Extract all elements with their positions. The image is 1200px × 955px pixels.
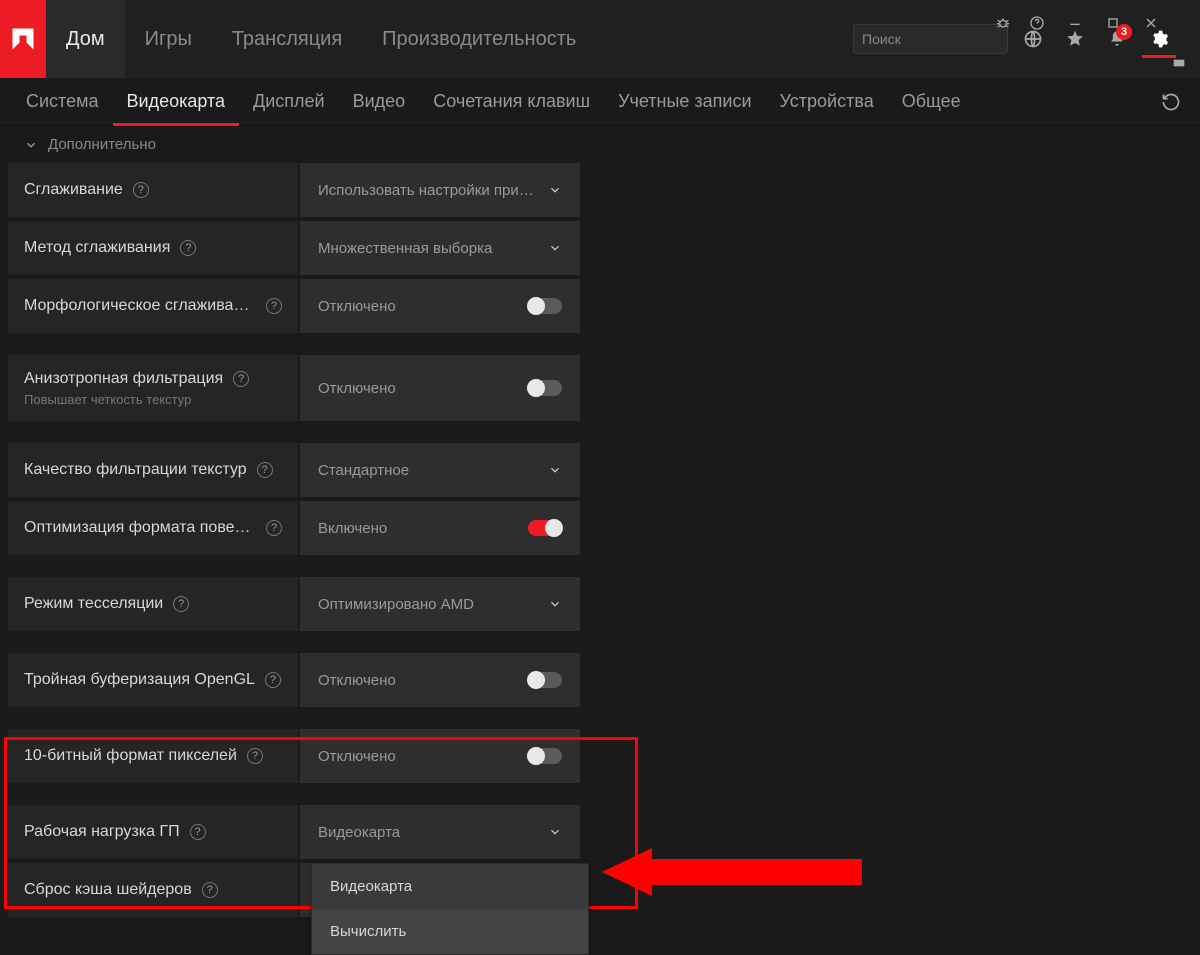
help-icon[interactable] xyxy=(1020,6,1054,40)
setting-aa-method: Метод сглаживания ? Множественная выборк… xyxy=(8,221,580,275)
chevron-down-icon xyxy=(548,825,562,839)
subtab-devices[interactable]: Устройства xyxy=(766,78,888,125)
setting-antialiasing: Сглаживание ? Использовать настройки при… xyxy=(8,163,580,217)
setting-label: Анизотропная фильтрация ? Повышает четко… xyxy=(8,355,298,421)
toggle-switch[interactable] xyxy=(528,748,562,764)
setting-10bit: 10-битный формат пикселей ? Отключено xyxy=(8,729,580,783)
setting-dropdown[interactable]: Оптимизировано AMD xyxy=(300,577,580,631)
section-header-advanced[interactable]: Дополнительно xyxy=(8,132,1192,163)
help-icon[interactable]: ? xyxy=(173,596,189,612)
subtab-general[interactable]: Общее xyxy=(888,78,975,125)
nav-tab-streaming[interactable]: Трансляция xyxy=(212,0,362,78)
main-nav: Дом Игры Трансляция Производительность xyxy=(46,0,596,78)
settings-content: Дополнительно Сглаживание ? Использовать… xyxy=(0,126,1200,925)
help-icon[interactable]: ? xyxy=(180,240,196,256)
close-icon[interactable] xyxy=(1134,6,1168,40)
chevron-down-icon xyxy=(548,597,562,611)
help-icon[interactable]: ? xyxy=(266,520,282,536)
setting-shader-cache: Сброс кэша шейдеров ? Видеокарта Вычисли… xyxy=(8,863,580,917)
toggle-switch[interactable] xyxy=(528,298,562,314)
toggle-switch[interactable] xyxy=(528,672,562,688)
setting-dropdown[interactable]: Множественная выборка xyxy=(300,221,580,275)
chevron-down-icon xyxy=(548,463,562,477)
subtab-hotkeys[interactable]: Сочетания клавиш xyxy=(419,78,604,125)
search-box[interactable] xyxy=(853,24,1008,54)
setting-triple-buffer: Тройная буферизация OpenGL ? Отключено xyxy=(8,653,580,707)
section-title: Дополнительно xyxy=(48,136,156,153)
nav-tab-home[interactable]: Дом xyxy=(46,0,125,78)
subtab-system[interactable]: Система xyxy=(12,78,113,125)
help-icon[interactable]: ? xyxy=(266,298,282,314)
bug-icon[interactable] xyxy=(986,6,1020,40)
setting-dropdown[interactable]: Стандартное xyxy=(300,443,580,497)
reset-icon[interactable] xyxy=(1154,85,1188,119)
setting-dropdown[interactable]: Видеокарта xyxy=(300,805,580,859)
help-icon[interactable]: ? xyxy=(202,882,218,898)
setting-tessellation: Режим тесселяции ? Оптимизировано AMD xyxy=(8,577,580,631)
help-icon[interactable]: ? xyxy=(190,824,206,840)
help-icon[interactable]: ? xyxy=(247,748,263,764)
setting-morph-aa: Морфологическое сглаживание ? Отключено xyxy=(8,279,580,333)
setting-dropdown[interactable]: Использовать настройки при… xyxy=(300,163,580,217)
subtab-graphics[interactable]: Видеокарта xyxy=(113,78,240,125)
setting-label: Сброс кэша шейдеров ? xyxy=(8,863,298,917)
subtab-accounts[interactable]: Учетные записи xyxy=(604,78,765,125)
sub-navigation: Система Видеокарта Дисплей Видео Сочетан… xyxy=(0,78,1200,126)
setting-tex-quality: Качество фильтрации текстур ? Стандартно… xyxy=(8,443,580,497)
maximize-icon[interactable] xyxy=(1096,6,1130,40)
setting-label: Сглаживание ? xyxy=(8,163,298,217)
help-icon[interactable]: ? xyxy=(265,672,281,688)
amd-logo xyxy=(0,0,46,78)
chevron-down-icon xyxy=(548,183,562,197)
setting-label: Оптимизация формата поверхн… ? xyxy=(8,501,298,555)
nav-tab-performance[interactable]: Производительность xyxy=(362,0,596,78)
setting-label: Морфологическое сглаживание ? xyxy=(8,279,298,333)
setting-label: Качество фильтрации текстур ? xyxy=(8,443,298,497)
panel-icon[interactable] xyxy=(1162,46,1196,80)
help-icon[interactable]: ? xyxy=(257,462,273,478)
setting-gpu-workload: Рабочая нагрузка ГП ? Видеокарта xyxy=(8,805,580,859)
setting-label: Рабочая нагрузка ГП ? xyxy=(8,805,298,859)
help-icon[interactable]: ? xyxy=(133,182,149,198)
gpu-workload-dropdown: Видеокарта Вычислить xyxy=(311,863,589,955)
setting-surface-opt: Оптимизация формата поверхн… ? Включено xyxy=(8,501,580,555)
toggle-switch[interactable] xyxy=(528,520,562,536)
titlebar: Дом Игры Трансляция Производительность 3 xyxy=(0,0,1200,78)
setting-anisotropic: Анизотропная фильтрация ? Повышает четко… xyxy=(8,355,580,421)
minimize-icon[interactable] xyxy=(1058,6,1092,40)
setting-label: 10-битный формат пикселей ? xyxy=(8,729,298,783)
toggle-switch[interactable] xyxy=(528,380,562,396)
chevron-down-icon xyxy=(24,138,38,152)
dropdown-option-graphics[interactable]: Видеокарта xyxy=(312,864,588,909)
chevron-down-icon xyxy=(548,241,562,255)
dropdown-option-compute[interactable]: Вычислить xyxy=(312,909,588,954)
help-icon[interactable]: ? xyxy=(233,371,249,387)
subtab-video[interactable]: Видео xyxy=(339,78,420,125)
subtab-display[interactable]: Дисплей xyxy=(239,78,339,125)
setting-label: Тройная буферизация OpenGL ? xyxy=(8,653,298,707)
setting-label: Режим тесселяции ? xyxy=(8,577,298,631)
setting-label: Метод сглаживания ? xyxy=(8,221,298,275)
nav-tab-games[interactable]: Игры xyxy=(125,0,212,78)
